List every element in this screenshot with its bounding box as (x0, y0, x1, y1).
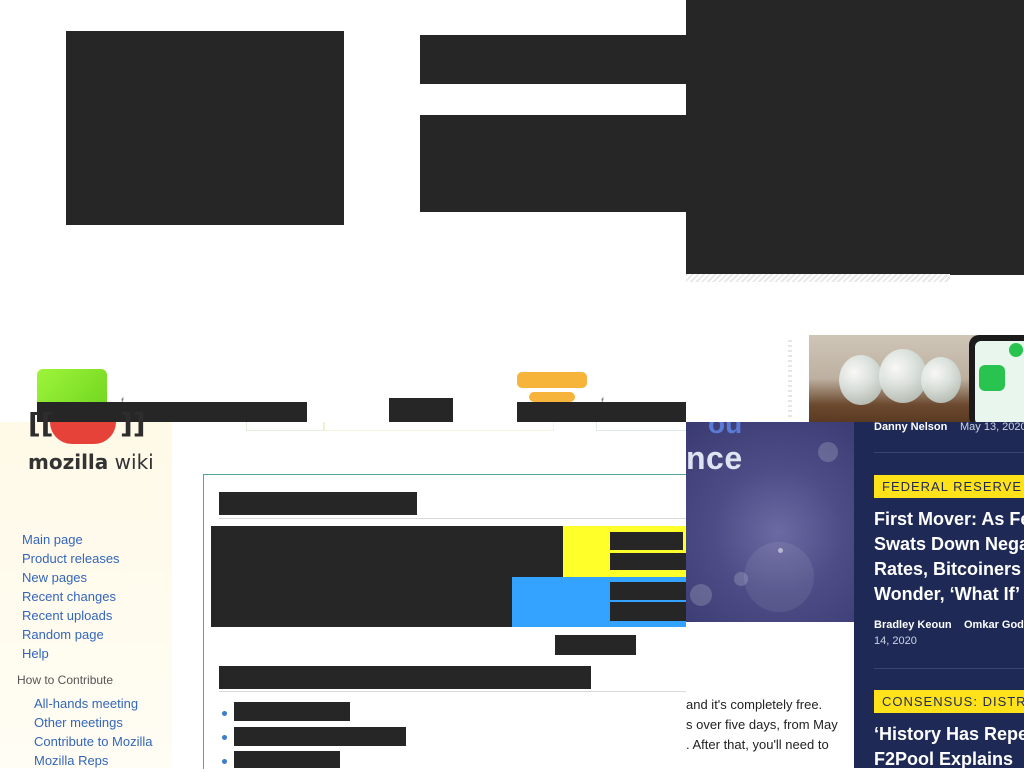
redacted-caption-2 (389, 398, 453, 422)
bullet-icon (222, 711, 227, 716)
article2-headline-line-3[interactable]: Rates, Bitcoiners (874, 557, 1021, 582)
article2-headline-line-4[interactable]: Wonder, ‘What If’ (874, 582, 1020, 607)
redacted-yellow-label-2 (610, 553, 686, 570)
faint-tab-3 (596, 422, 688, 431)
contribute-heading: How to Contribute (17, 673, 114, 687)
phone-photo-thumbnail[interactable] (809, 335, 1024, 422)
redacted-yellow-label-1 (610, 532, 683, 550)
redacted-video-panel (686, 0, 1024, 275)
article3-headline-line-2[interactable]: F2Pool Explains (874, 747, 1013, 772)
faint-tab-2 (324, 422, 554, 431)
section-rule (219, 691, 686, 692)
redacted-list-item-1 (234, 702, 350, 721)
news-divider (874, 452, 1024, 453)
logo-left-bracket-icon: [[ (28, 407, 54, 440)
nav-contribute-to-mozilla[interactable]: Contribute to Mozilla (34, 734, 153, 749)
article-body-fragment: and it's completely free. s over five da… (686, 622, 854, 768)
article2-author-1[interactable]: Bradley Keoun (874, 619, 952, 631)
redacted-heading-line-2 (420, 115, 686, 212)
nav-other-meetings[interactable]: Other meetings (34, 715, 123, 730)
body-line-1: and it's completely free. (686, 697, 823, 712)
hatch-divider (686, 274, 950, 282)
orange-toy-icon (517, 368, 587, 402)
redacted-caption-1 (37, 402, 307, 422)
wiki-logo-text[interactable]: mozilla wiki (28, 450, 154, 474)
article3-headline-line-1[interactable]: ‘History Has Repe (874, 722, 1024, 747)
article-hero-image[interactable]: ou nce (686, 422, 854, 622)
nav-product-releases[interactable]: Product releases (22, 551, 120, 566)
article3-tag[interactable]: CONSENSUS: DISTRI (874, 690, 1024, 713)
bullet-icon (222, 759, 227, 764)
bullet-icon (222, 735, 227, 740)
article1-author[interactable]: Danny Nelson (874, 421, 947, 433)
hero-top-text: ou (708, 422, 743, 439)
article1-date: May 13, 2020 (960, 421, 1024, 433)
phone-image (969, 335, 1024, 422)
article2-headline-line-2[interactable]: Swats Down Nega (874, 532, 1024, 557)
nav-new-pages[interactable]: New pages (22, 570, 87, 585)
redacted-section-heading (219, 666, 591, 689)
logo-right-bracket-icon: ]] (120, 407, 146, 440)
hero-overlay-text: nce (686, 440, 743, 476)
nav-recent-uploads[interactable]: Recent uploads (22, 608, 112, 623)
body-line-2: s over five days, from May (686, 717, 838, 732)
wiki-logo-light: wiki (108, 450, 154, 474)
nav-recent-changes[interactable]: Recent changes (22, 589, 116, 604)
nav-random-page[interactable]: Random page (22, 627, 104, 642)
article2-tag[interactable]: FEDERAL RESERVE (874, 475, 1024, 498)
nav-mozilla-reps[interactable]: Mozilla Reps (34, 753, 108, 768)
title-rule (219, 518, 686, 519)
faint-tab-1 (246, 422, 324, 431)
whatsapp-small-icon (1009, 343, 1023, 357)
redacted-blue-label-1 (610, 582, 686, 600)
redacted-caption-3 (517, 402, 686, 422)
redacted-small-link (555, 635, 636, 655)
news-divider (874, 668, 1024, 669)
article2-headline-line-1[interactable]: First Mover: As Fe (874, 507, 1024, 532)
redacted-list-item-3 (234, 751, 340, 768)
article2-date: 14, 2020 (874, 635, 917, 647)
nav-help[interactable]: Help (22, 646, 49, 661)
wiki-logo-bold: mozilla (28, 450, 109, 474)
nav-main-page[interactable]: Main page (22, 532, 83, 547)
nav-all-hands-meeting[interactable]: All-hands meeting (34, 696, 138, 711)
redacted-list-item-2 (234, 727, 406, 746)
redacted-blue-label-2 (610, 602, 686, 621)
redacted-image-block (66, 31, 344, 225)
redacted-content-title (219, 492, 417, 515)
redacted-heading-line-1 (420, 35, 686, 84)
body-line-3: . After that, you'll need to (686, 737, 829, 752)
whatsapp-icon (979, 365, 1005, 391)
dotted-separator (788, 340, 792, 420)
redacted-banner-image (211, 526, 563, 627)
article2-author-2[interactable]: Omkar God (964, 619, 1024, 631)
